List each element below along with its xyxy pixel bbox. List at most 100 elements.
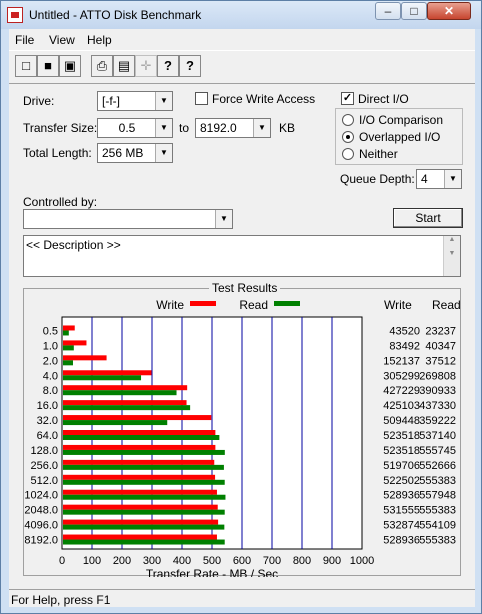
description-box[interactable]: << Description >> ▲ ▼ [23, 235, 461, 277]
write-bar [63, 325, 75, 331]
chevron-down-icon[interactable]: ▼ [155, 144, 172, 162]
x-tick-label: 200 [113, 555, 131, 567]
print-icon[interactable]: ⎙ [91, 55, 113, 77]
x-axis-label: Transfer Rate - MB / Sec [146, 567, 278, 577]
x-tick-label: 900 [323, 555, 341, 567]
category-label: 16.0 [37, 400, 58, 412]
app-window: Untitled - ATTO Disk Benchmark – □ ✕ Fil… [0, 0, 482, 614]
read-value: 552666 [419, 460, 456, 472]
x-tick-label: 1000 [350, 555, 374, 567]
x-tick-label: 100 [83, 555, 101, 567]
menu-help[interactable]: Help [87, 33, 112, 47]
legend-write-swatch [190, 301, 216, 306]
overlapped-io-label: Overlapped I/O [359, 130, 441, 144]
app-icon [7, 7, 23, 23]
help-icon[interactable]: ? [157, 55, 179, 77]
transfer-size-label: Transfer Size: [23, 121, 98, 135]
category-label: 1.0 [43, 340, 58, 352]
maximize-button[interactable]: □ [401, 2, 427, 20]
read-column-header: Read [432, 298, 461, 312]
force-write-label: Force Write Access [212, 92, 316, 106]
neither-radio[interactable] [342, 148, 354, 160]
write-value: 305299 [383, 370, 420, 382]
write-bar [63, 415, 212, 421]
save-icon[interactable]: ▣ [59, 55, 81, 77]
to-label: to [179, 121, 190, 135]
write-value: 427229 [383, 385, 420, 397]
transfer-size-from-select[interactable]: 0.5 ▼ [97, 118, 173, 138]
write-value: 532874 [383, 520, 420, 532]
read-bar [63, 539, 225, 545]
x-tick-label: 600 [233, 555, 251, 567]
direct-io-checkbox[interactable]: ✓ [341, 92, 354, 105]
category-label: 8192.0 [24, 535, 58, 547]
close-button[interactable]: ✕ [427, 2, 471, 20]
chevron-down-icon[interactable]: ▼ [155, 119, 172, 137]
context-help-icon[interactable]: ? [179, 55, 201, 77]
read-bar [63, 420, 168, 426]
read-bar [63, 494, 226, 500]
total-length-select[interactable]: 256 MB ▼ [97, 143, 173, 163]
write-value: 523518 [383, 430, 420, 442]
legend-read-label: Read [239, 298, 268, 312]
read-value: 537140 [419, 430, 456, 442]
new-icon[interactable]: □ [15, 55, 37, 77]
open-icon[interactable]: ■ [37, 55, 59, 77]
queue-depth-select[interactable]: 4 ▼ [416, 169, 462, 189]
controlled-by-select[interactable]: ▼ [23, 209, 233, 229]
status-text: For Help, press F1 [11, 593, 111, 607]
write-bar [63, 459, 215, 465]
read-value: 359222 [419, 415, 456, 427]
force-write-checkbox[interactable] [195, 92, 208, 105]
read-value: 37512 [425, 355, 456, 367]
write-bar [63, 400, 187, 406]
read-bar [63, 509, 225, 515]
io-comparison-radio[interactable] [342, 114, 354, 126]
write-value: 528936 [383, 535, 420, 547]
minimize-button[interactable]: – [375, 2, 401, 20]
write-value: 528936 [383, 490, 420, 502]
overlapped-io-radio[interactable] [342, 131, 354, 143]
status-bar: For Help, press F1 [9, 589, 475, 608]
x-tick-label: 0 [59, 555, 65, 567]
menu-view[interactable]: View [49, 33, 75, 47]
x-tick-label: 400 [173, 555, 191, 567]
print-preview-icon[interactable]: ▤ [113, 55, 135, 77]
controlled-by-label: Controlled by: [23, 195, 98, 209]
read-value: 555745 [419, 445, 456, 457]
move-icon: ✛ [135, 55, 157, 77]
read-bar [63, 449, 225, 455]
category-label: 4.0 [43, 370, 58, 382]
queue-depth-label: Queue Depth: [340, 172, 415, 186]
write-value: 519706 [383, 460, 420, 472]
category-label: 2048.0 [24, 505, 58, 517]
write-value: 83492 [389, 340, 420, 352]
menu-file[interactable]: File [15, 33, 34, 47]
read-bar [63, 345, 74, 351]
drive-value: [-f-] [102, 94, 120, 108]
drive-select[interactable]: [-f-] ▼ [97, 91, 173, 111]
write-value: 531555 [383, 505, 420, 517]
x-tick-label: 700 [263, 555, 281, 567]
chevron-down-icon[interactable]: ▼ [253, 119, 270, 137]
read-value: 555383 [419, 475, 456, 487]
description-scrollbar[interactable]: ▲ ▼ [443, 236, 460, 276]
title-bar[interactable]: Untitled - ATTO Disk Benchmark – □ ✕ [1, 1, 481, 29]
category-label: 0.5 [43, 325, 58, 337]
chevron-down-icon[interactable]: ▼ [155, 92, 172, 110]
io-comparison-label: I/O Comparison [359, 113, 444, 127]
test-results-group: Test Results 0 100 200 300 400 500 600 700 800 90… [23, 281, 461, 577]
start-button[interactable]: Start [393, 208, 463, 228]
read-bar [63, 330, 69, 336]
description-text: << Description >> [26, 238, 121, 252]
client-area: File View Help □ ■ ▣ ⎙ ▤ ✛ ? ? Drive: [-… [9, 29, 475, 607]
read-bar [63, 360, 73, 366]
window-title: Untitled - ATTO Disk Benchmark [29, 8, 202, 22]
transfer-size-to-select[interactable]: 8192.0 ▼ [195, 118, 271, 138]
chevron-down-icon[interactable]: ▼ [215, 210, 232, 228]
category-label: 1024.0 [24, 490, 58, 502]
chevron-down-icon[interactable]: ▼ [444, 170, 461, 188]
write-bar [63, 504, 218, 510]
kb-label: KB [279, 121, 296, 135]
x-tick-label: 800 [293, 555, 311, 567]
